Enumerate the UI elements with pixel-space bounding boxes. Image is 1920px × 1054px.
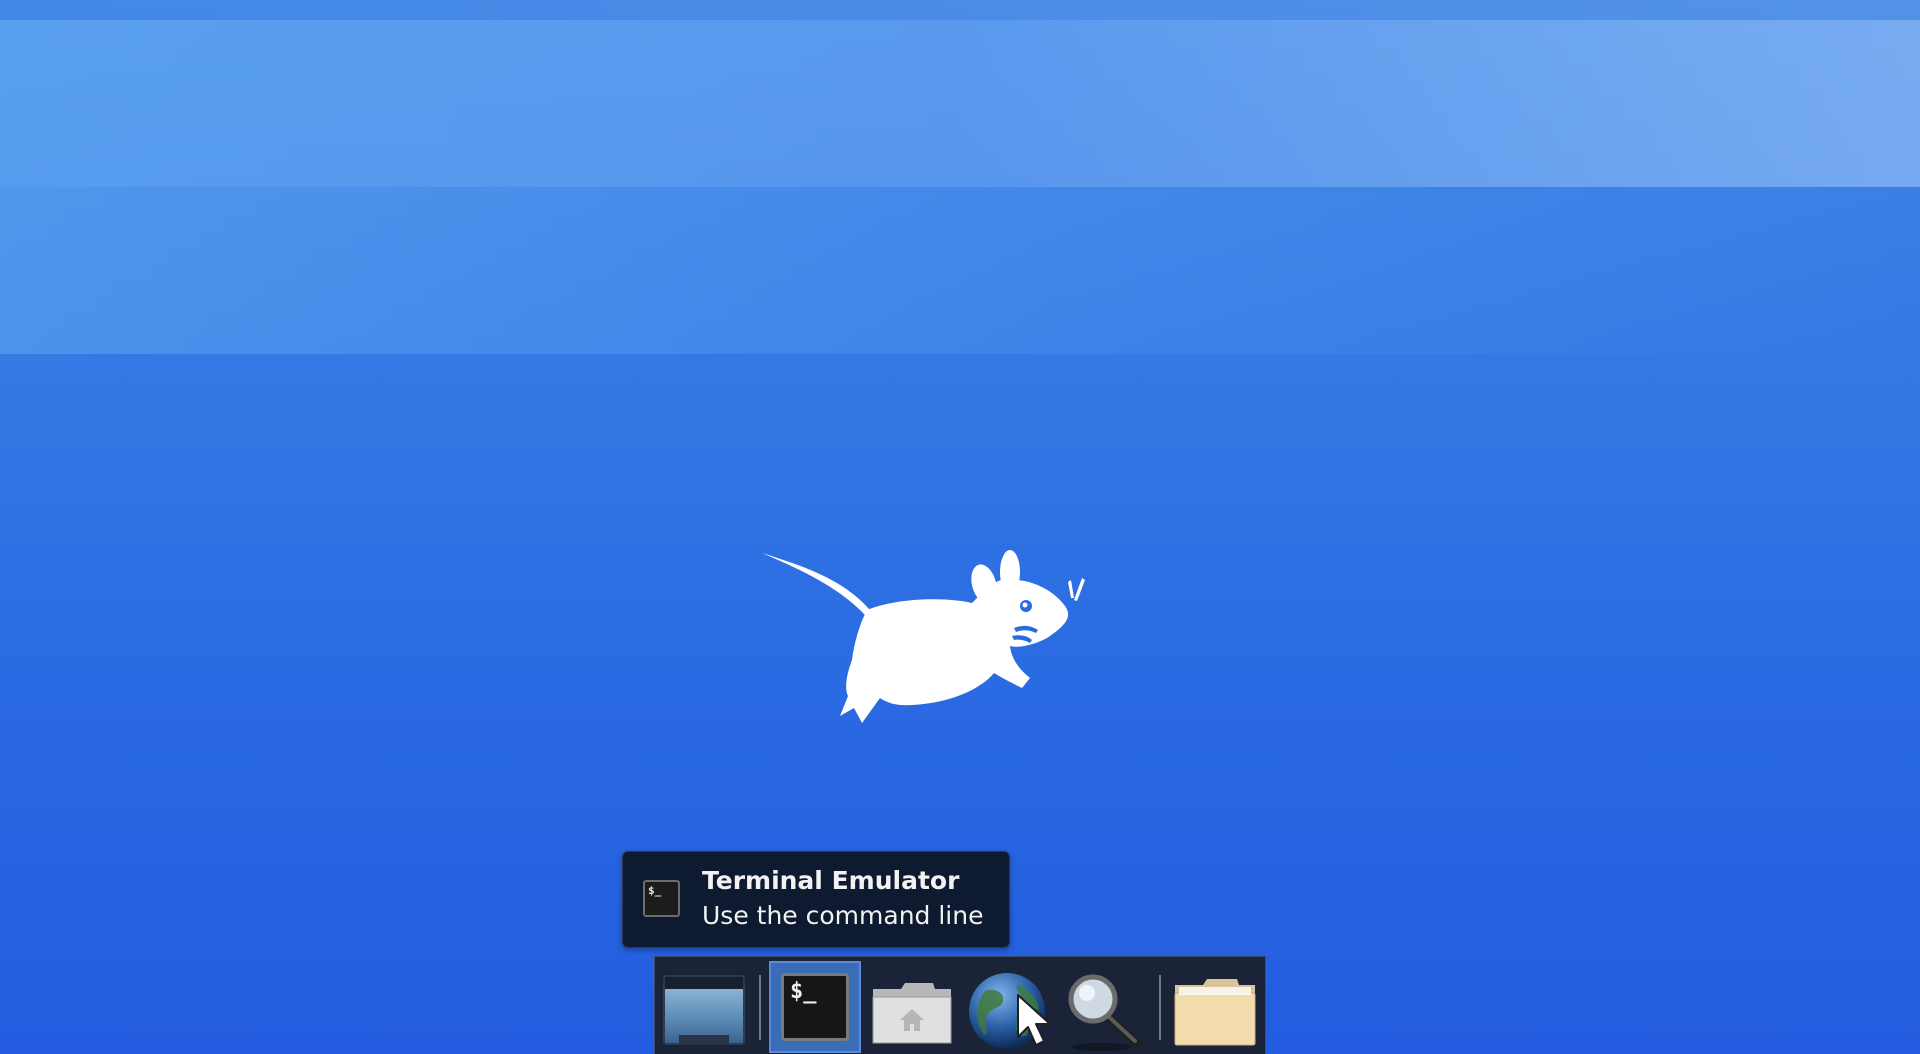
terminal-icon: $_ [643,880,680,917]
desktop[interactable]: $_ Terminal Emulator Use the command lin… [0,0,1920,1054]
dock-item-show-desktop[interactable] [657,961,749,1053]
home-folder-icon [872,983,952,1044]
dock-item-terminal[interactable]: $_ [769,961,861,1053]
dock-separator [759,975,761,1040]
search-icon [1068,974,1142,1051]
tooltip-subtitle: Use the command line [702,901,984,930]
wallpaper-band-top [0,0,1920,20]
wallpaper-band-lower [0,187,1920,354]
terminal-glyph: $_ [790,979,817,1004]
tooltip: $_ Terminal Emulator Use the command lin… [622,851,1010,948]
tooltip-title: Terminal Emulator [702,866,960,895]
dock-item-home-folder[interactable] [865,961,957,1053]
terminal-glyph: $_ [648,884,662,897]
show-desktop-icon [663,975,745,1045]
dock-item-folder[interactable] [1167,961,1259,1053]
wallpaper-band-upper [0,20,1920,187]
terminal-icon: $_ [781,973,849,1041]
folder-icon [1174,979,1256,1046]
dock-item-app-finder[interactable] [1057,961,1149,1053]
dock-panel: $_ [654,956,1266,1054]
cursor-icon [1017,994,1051,1046]
xfce-mouse-logo [762,550,1085,723]
dock-separator [1159,975,1161,1040]
